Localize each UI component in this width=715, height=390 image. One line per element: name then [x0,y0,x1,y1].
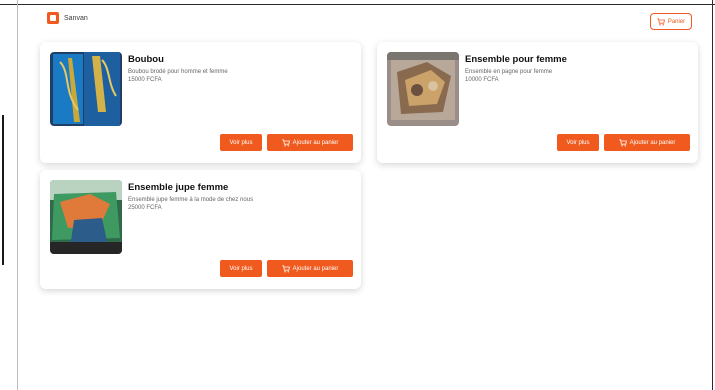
add-to-cart-button[interactable]: Ajouter au panier [267,134,353,151]
window-left-border [17,0,18,390]
view-more-button[interactable]: Voir plus [557,134,599,151]
window-right-border [712,0,713,390]
view-more-label: Voir plus [229,265,253,272]
add-to-cart-button[interactable]: Ajouter au panier [267,260,353,277]
add-to-cart-button[interactable]: Ajouter au panier [604,134,690,151]
product-description: Boubou brodé pour homme et femme [128,69,228,75]
cart-label: Panier [667,18,686,25]
product-title[interactable]: Ensemble pour femme [465,54,567,65]
product-image[interactable] [50,52,122,126]
brand[interactable]: Sanvan [47,12,88,24]
product-price: 15000 FCFA [128,77,162,83]
cart-icon [282,138,290,147]
cart-icon [282,264,290,273]
product-description: Ensemble jupe femme à la mode de chez no… [128,197,254,203]
cart-icon [619,138,627,147]
product-image[interactable] [387,52,459,126]
product-card: Ensemble jupe femme Ensemble jupe femme … [40,170,361,289]
view-more-button[interactable]: Voir plus [220,134,262,151]
add-to-cart-label: Ajouter au panier [292,139,339,146]
view-more-label: Voir plus [229,139,253,146]
sidebar-edge-mark [2,115,4,265]
product-title[interactable]: Ensemble jupe femme [128,182,253,193]
cart-button[interactable]: Panier [650,13,692,30]
store-logo-icon [47,12,59,24]
view-more-button[interactable]: Voir plus [220,260,262,277]
product-price: 10000 FCFA [465,77,499,83]
product-title[interactable]: Boubou [128,54,228,65]
window-top-border [0,0,715,5]
product-description: Ensemble en pagne pour femme [465,69,553,75]
add-to-cart-label: Ajouter au panier [292,265,339,272]
brand-name: Sanvan [64,14,88,22]
product-card: Boubou Boubou brodé pour homme et femme … [40,42,361,163]
view-more-label: Voir plus [566,139,590,146]
add-to-cart-label: Ajouter au panier [629,139,676,146]
product-price: 25000 FCFA [128,205,162,211]
cart-icon [657,17,665,26]
product-card: Ensemble pour femme Ensemble en pagne po… [377,42,698,163]
product-image[interactable] [50,180,122,254]
